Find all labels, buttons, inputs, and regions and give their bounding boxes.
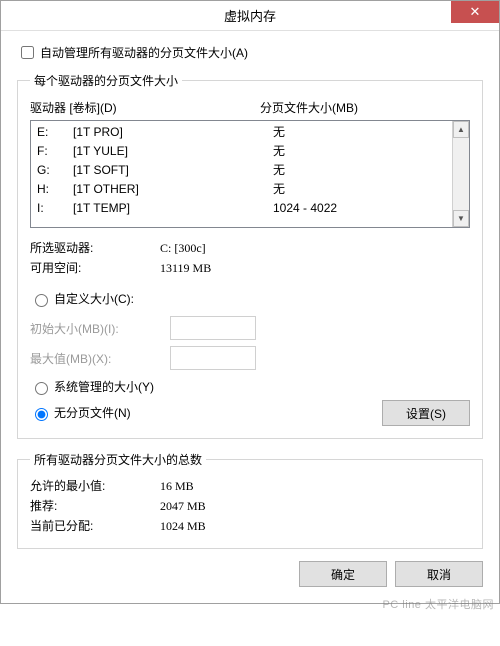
virtual-memory-dialog: 虚拟内存 ✕ 自动管理所有驱动器的分页文件大小(A) 每个驱动器的分页文件大小 … (0, 0, 500, 604)
col-page-header: 分页文件大小(MB) (260, 99, 470, 116)
drive-listbox[interactable]: E: [1T PRO] 无 F: [1T YULE] 无 G: [1T SOFT… (30, 120, 470, 228)
custom-size-radio[interactable]: 自定义大小(C): (30, 288, 470, 310)
cancel-button[interactable]: 取消 (395, 561, 483, 587)
selected-drive-label: 所选驱动器: (30, 238, 160, 258)
system-managed-radio[interactable]: 系统管理的大小(Y) (30, 376, 470, 398)
scroll-up-button[interactable]: ▲ (453, 121, 469, 138)
custom-size-input[interactable] (35, 294, 48, 307)
auto-manage-input[interactable] (21, 46, 34, 59)
cur-row: 当前已分配: 1024 MB (30, 516, 470, 536)
custom-size-label: 自定义大小(C): (54, 288, 134, 310)
scroll-down-button[interactable]: ▼ (453, 210, 469, 227)
min-value: 16 MB (160, 476, 194, 496)
cur-label: 当前已分配: (30, 516, 160, 536)
rec-value: 2047 MB (160, 496, 206, 516)
initial-size-label: 初始大小(MB)(I): (30, 320, 170, 337)
min-row: 允许的最小值: 16 MB (30, 476, 470, 496)
cur-value: 1024 MB (160, 516, 206, 536)
list-item[interactable]: F: [1T YULE] 无 (37, 142, 446, 161)
dialog-buttons: 确定 取消 (17, 561, 483, 587)
scrollbar[interactable]: ▲ ▼ (452, 121, 469, 227)
list-header: 驱动器 [卷标](D) 分页文件大小(MB) (30, 97, 470, 120)
rec-label: 推荐: (30, 496, 160, 516)
selected-drive-row: 所选驱动器: C: [300c] (30, 238, 470, 258)
scroll-track[interactable] (453, 138, 469, 210)
min-label: 允许的最小值: (30, 476, 160, 496)
selected-drive-value: C: [300c] (160, 238, 206, 258)
window-title: 虚拟内存 (224, 6, 276, 25)
no-paging-label: 无分页文件(N) (54, 402, 131, 424)
free-space-value: 13119 MB (160, 258, 211, 278)
close-icon: ✕ (470, 4, 481, 20)
list-item[interactable]: H: [1T OTHER] 无 (37, 180, 446, 199)
set-button[interactable]: 设置(S) (382, 400, 470, 426)
initial-size-row: 初始大小(MB)(I): (30, 316, 470, 340)
per-drive-group: 每个驱动器的分页文件大小 驱动器 [卷标](D) 分页文件大小(MB) E: [… (17, 72, 483, 439)
rec-row: 推荐: 2047 MB (30, 496, 470, 516)
free-space-label: 可用空间: (30, 258, 160, 278)
max-size-input (170, 346, 256, 370)
system-managed-input[interactable] (35, 382, 48, 395)
auto-manage-checkbox[interactable]: 自动管理所有驱动器的分页文件大小(A) (17, 43, 483, 62)
close-button[interactable]: ✕ (451, 1, 499, 23)
list-item[interactable]: I: [1T TEMP] 1024 - 4022 (37, 199, 446, 218)
free-space-row: 可用空间: 13119 MB (30, 258, 470, 278)
ok-button[interactable]: 确定 (299, 561, 387, 587)
no-paging-radio[interactable]: 无分页文件(N) (30, 402, 131, 424)
max-size-label: 最大值(MB)(X): (30, 350, 170, 367)
auto-manage-label: 自动管理所有驱动器的分页文件大小(A) (40, 44, 248, 61)
col-drive-header: 驱动器 [卷标](D) (30, 99, 260, 116)
list-item[interactable]: E: [1T PRO] 无 (37, 123, 446, 142)
titlebar: 虚拟内存 ✕ (1, 1, 499, 31)
per-drive-legend: 每个驱动器的分页文件大小 (30, 72, 182, 89)
drive-list-inner: E: [1T PRO] 无 F: [1T YULE] 无 G: [1T SOFT… (31, 121, 452, 227)
max-size-row: 最大值(MB)(X): (30, 346, 470, 370)
system-managed-label: 系统管理的大小(Y) (54, 376, 154, 398)
list-item[interactable]: G: [1T SOFT] 无 (37, 161, 446, 180)
no-paging-input[interactable] (35, 408, 48, 421)
initial-size-input (170, 316, 256, 340)
content: 自动管理所有驱动器的分页文件大小(A) 每个驱动器的分页文件大小 驱动器 [卷标… (1, 31, 499, 603)
totals-legend: 所有驱动器分页文件大小的总数 (30, 451, 206, 468)
totals-group: 所有驱动器分页文件大小的总数 允许的最小值: 16 MB 推荐: 2047 MB… (17, 451, 483, 549)
